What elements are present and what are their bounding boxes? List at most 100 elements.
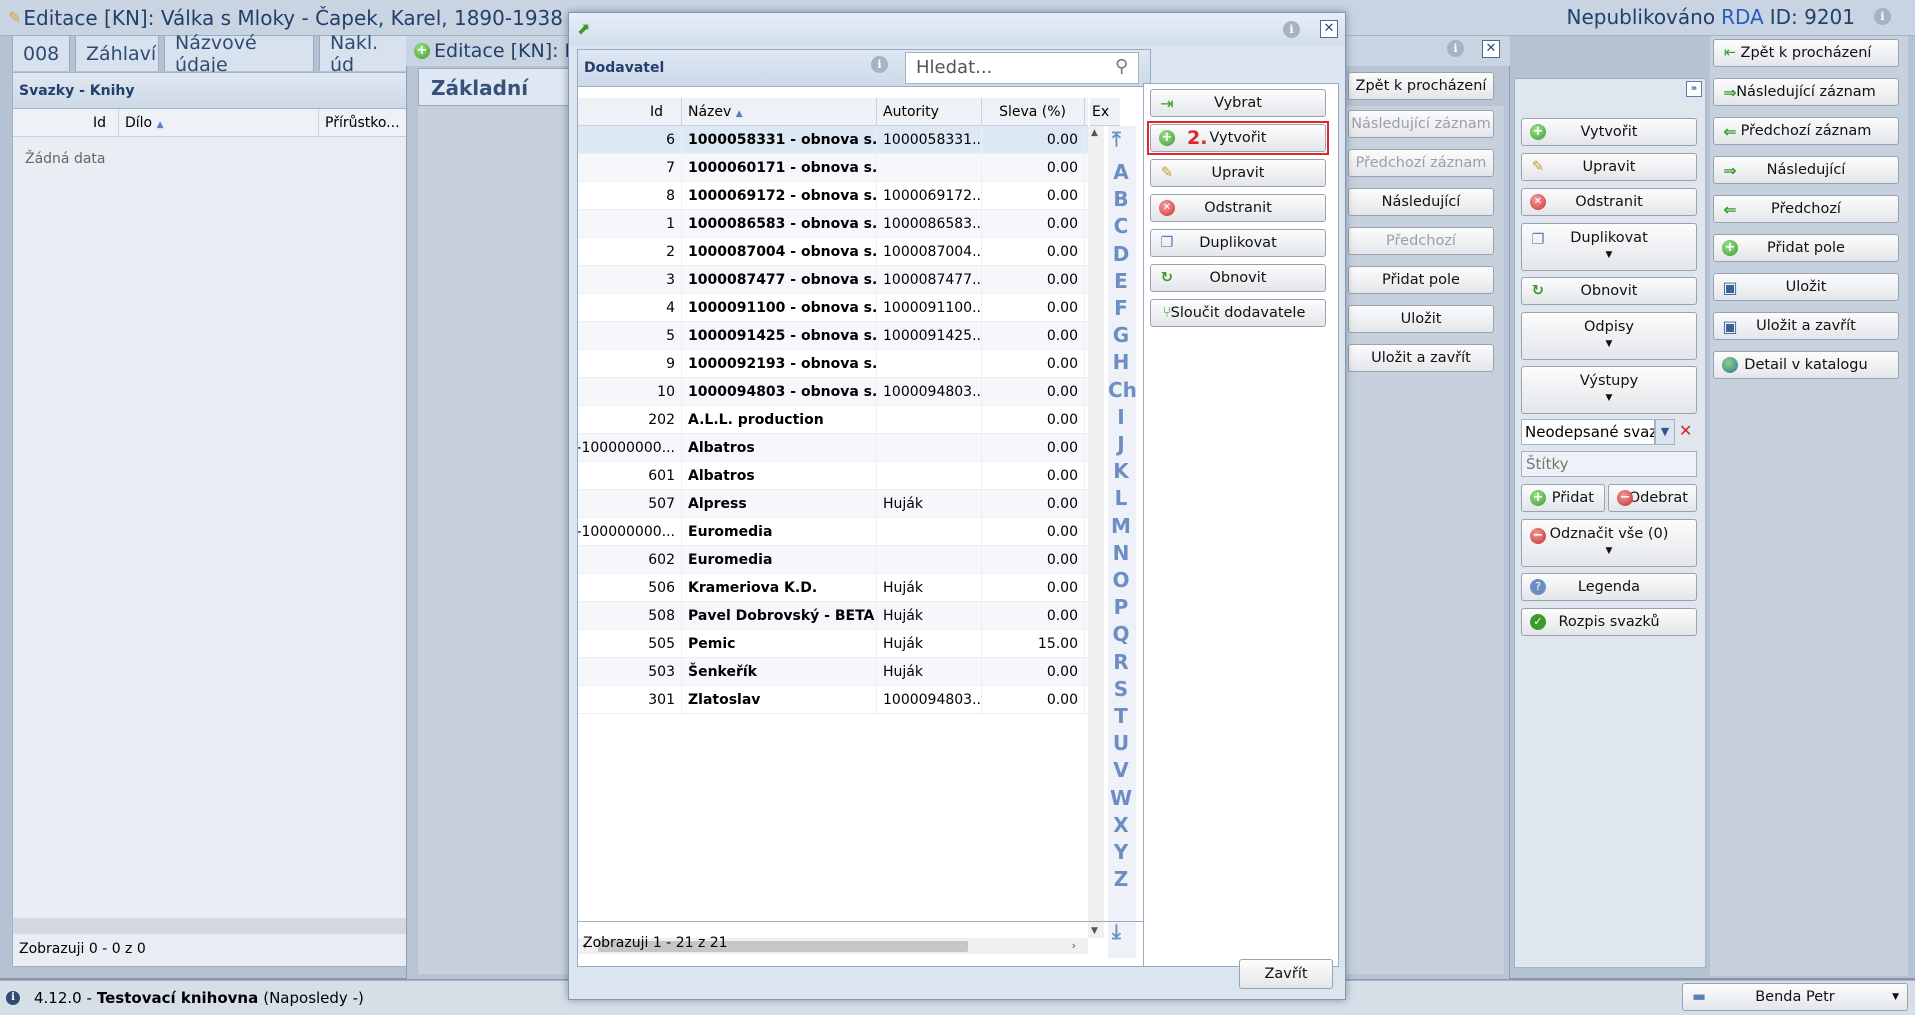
back-to-browse-button[interactable]: Zpět k procházení [1348, 72, 1494, 100]
duplicate-button[interactable]: ❐ Duplikovat [1150, 229, 1326, 257]
save-button[interactable]: ▣ Uložit [1713, 273, 1899, 301]
save-close-button[interactable]: ▣ Uložit a zavřít [1713, 312, 1899, 340]
create-button[interactable]: +2. Vytvořit [1150, 124, 1326, 152]
info-icon[interactable]: i [1447, 40, 1464, 57]
edit-button[interactable]: ✎ Upravit [1521, 153, 1697, 181]
index-letter[interactable]: D [1108, 242, 1134, 266]
catalog-detail-button[interactable]: Detail v katalogu [1713, 351, 1899, 379]
add-field-button[interactable]: Přidat pole [1348, 266, 1494, 294]
search-input[interactable]: Hledat... [905, 52, 1139, 84]
col-prirustko[interactable]: Přírůstko... [318, 109, 400, 136]
table-row[interactable]: 6 1000058331 - obnova s... 1000058331... 0.… [578, 126, 1088, 154]
writeoffs-button[interactable]: Odpisy ▼ [1521, 312, 1697, 360]
index-letter[interactable]: B [1108, 187, 1134, 211]
index-letter[interactable]: T [1108, 704, 1134, 728]
merge-suppliers-button[interactable]: ⑂ Sloučit dodavatele [1150, 299, 1326, 327]
index-letter[interactable]: M [1108, 514, 1134, 538]
col-ex[interactable]: Ex [1090, 98, 1120, 126]
index-letter[interactable]: G [1108, 323, 1134, 347]
index-letter[interactable]: H [1108, 350, 1134, 374]
table-row[interactable]: 602 Euromedia 0.00 [578, 545, 1088, 574]
index-letter[interactable]: C [1108, 214, 1134, 238]
index-letter[interactable]: P [1108, 595, 1134, 619]
index-bottom-icon[interactable]: ⤓ [1112, 921, 1121, 941]
index-letter[interactable]: U [1108, 731, 1134, 755]
index-letter[interactable]: F [1108, 296, 1134, 320]
tab-008[interactable]: 008 [12, 35, 70, 71]
select-button[interactable]: ⇥ Vybrat [1150, 89, 1326, 117]
index-letter[interactable]: L [1108, 486, 1134, 510]
info-icon[interactable]: i [6, 991, 20, 1005]
table-row[interactable]: 7 1000060171 - obnova s... 0.00 [578, 153, 1088, 182]
info-icon[interactable]: i [1283, 21, 1300, 38]
refresh-button[interactable]: ↻ Obnovit [1521, 277, 1697, 305]
add-field-button[interactable]: + Přidat pole [1713, 234, 1899, 262]
table-row[interactable]: 8 1000069172 - obnova s... 1000069172... 0.… [578, 181, 1088, 210]
table-row[interactable]: 508 Pavel Dobrovský - BETA ... Huják 0.00 [578, 601, 1088, 630]
outputs-button[interactable]: Výstupy ▼ [1521, 366, 1697, 414]
save-close-button[interactable]: Uložit a zavřít [1348, 344, 1494, 372]
table-row[interactable]: 4 1000091100 - obnova s... 1000091100... 0.… [578, 293, 1088, 322]
next-button[interactable]: ⇒ Následující [1713, 156, 1899, 184]
next-button[interactable]: Následující [1348, 188, 1494, 216]
tags-input[interactable]: Štítky [1521, 451, 1697, 477]
tab-zahlavi[interactable]: Záhlaví [75, 35, 159, 71]
index-letter[interactable]: A [1108, 160, 1134, 184]
index-letter[interactable]: K [1108, 459, 1134, 483]
search-icon[interactable]: ⚲ [1115, 56, 1128, 77]
create-button[interactable]: + Vytvořit [1521, 118, 1697, 146]
index-letter[interactable]: Ch [1108, 378, 1137, 402]
legend-button[interactable]: ? Legenda [1521, 573, 1697, 601]
refresh-button[interactable]: ↻ Obnovit [1150, 264, 1326, 292]
save-button[interactable]: Uložit [1348, 305, 1494, 333]
col-autority[interactable]: Autority [877, 98, 982, 125]
user-menu-button[interactable]: ▬ Benda Petr ▼ [1682, 983, 1908, 1011]
table-row[interactable]: 2 1000087004 - obnova s... 1000087004... 0.… [578, 237, 1088, 266]
h-scrollbar[interactable] [13, 918, 406, 934]
prev-record-button[interactable]: Předchozí záznam [1348, 149, 1494, 177]
volume-filter-combo[interactable]: Neodepsané svazl [1521, 419, 1655, 445]
index-letter[interactable]: Q [1108, 622, 1134, 646]
duplicate-button[interactable]: ❐ Duplikovat ▼ [1521, 223, 1697, 271]
col-id[interactable]: Id [13, 109, 118, 136]
index-letter[interactable]: X [1108, 813, 1134, 837]
unmark-all-button[interactable]: − Odznačit vše (0) ▼ [1521, 519, 1697, 567]
col-sleva[interactable]: Sleva (%) [982, 98, 1085, 125]
edit-button[interactable]: ✎ Upravit [1150, 159, 1326, 187]
table-row[interactable]: 601 Albatros 0.00 [578, 461, 1088, 490]
col-id[interactable]: Id [578, 98, 682, 125]
table-row[interactable]: 507 Alpress Huják 0.00 [578, 489, 1088, 518]
index-letter[interactable]: E [1108, 269, 1134, 293]
info-icon[interactable]: i [871, 56, 888, 73]
table-row[interactable]: 505 Pemic Huják 15.00 [578, 629, 1088, 658]
table-row[interactable]: 3 1000087477 - obnova s... 1000087477... 0.… [578, 265, 1088, 294]
table-row[interactable]: 503 Šenkeřík Huják 0.00 [578, 657, 1088, 686]
info-icon[interactable]: i [1874, 8, 1891, 25]
expand-icon[interactable]: » [1686, 81, 1702, 97]
table-row[interactable]: 5 1000091425 - obnova s... 1000091425... 0.… [578, 321, 1088, 350]
add-tag-button[interactable]: + Přidat [1521, 484, 1605, 512]
table-row[interactable]: -100000000... Euromedia 0.00 [578, 517, 1088, 546]
close-button[interactable]: Zavřít [1239, 959, 1333, 989]
back-to-browse-button[interactable]: ⇤ Zpět k procházení [1713, 39, 1899, 67]
table-row[interactable]: 506 Krameriova K.D. Huják 0.00 [578, 573, 1088, 602]
index-letter[interactable]: S [1108, 677, 1134, 701]
next-record-button[interactable]: Následující záznam [1348, 110, 1494, 138]
index-letter[interactable]: N [1108, 541, 1134, 565]
close-icon[interactable]: ✕ [1320, 20, 1338, 38]
col-dilo[interactable]: Dílo ▲ [118, 109, 318, 136]
table-row[interactable]: 9 1000092193 - obnova s... 0.00 [578, 349, 1088, 378]
prev-button[interactable]: Předchozí [1348, 227, 1494, 255]
index-letter[interactable]: O [1108, 568, 1134, 592]
table-row[interactable]: 10 1000094803 - obnova s... 1000094803... 0… [578, 377, 1088, 406]
col-nazev[interactable]: Název ▲ [682, 98, 877, 125]
prev-record-button[interactable]: ⇐ Předchozí záznam [1713, 117, 1899, 145]
index-letter[interactable]: Y [1108, 840, 1134, 864]
tab-nazvove-udaje[interactable]: Názvové údaje [164, 32, 314, 76]
tab-nakl-udaje[interactable]: Nakl. úd [319, 32, 409, 76]
table-row[interactable]: 301 Zlatoslav 1000094803... 0.00 [578, 685, 1088, 714]
index-letter[interactable]: J [1108, 432, 1134, 456]
index-letter[interactable]: V [1108, 758, 1134, 782]
index-letter[interactable]: I [1108, 405, 1134, 429]
next-record-button[interactable]: ⇒ Následující záznam [1713, 78, 1899, 106]
